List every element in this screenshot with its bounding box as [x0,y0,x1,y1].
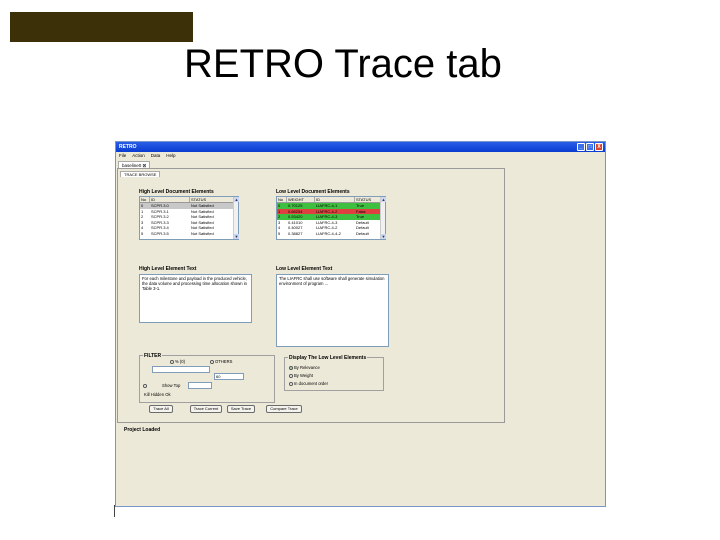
high-level-scrollbar[interactable]: ▲ ▼ [233,197,239,239]
trace-current-button[interactable]: Trace Current [190,405,222,413]
filter-title: FILTER [143,353,163,359]
scroll-down-icon[interactable]: ▼ [234,234,239,239]
radio-icon [289,381,293,386]
display-document-order[interactable]: In document order [289,381,328,386]
scroll-up-icon[interactable]: ▲ [381,197,386,202]
menubar: File Action Data Help [116,152,605,159]
radio-selected-icon [289,365,293,370]
compare-trace-button[interactable]: Compare Trace [266,405,302,413]
kill-hidden-label[interactable]: Kill Hidden Ok [144,392,171,397]
tab-baseline[interactable]: baseline0 ⊠ [118,161,151,168]
radio-icon [143,383,147,388]
cell-weight: 0.38827 [288,230,303,236]
scroll-up-icon[interactable]: ▲ [234,197,239,202]
menu-action[interactable]: Action [132,152,145,159]
cell-status: Default [356,230,369,236]
slide: RETRO Trace tab RETRO _ □ X File Action … [0,0,720,540]
filter-group: FILTER % (0) OTHERS 60 Show Top Kill Hid… [139,353,275,403]
low-level-text-area[interactable]: The LIAFRC shall use software shall gene… [276,274,389,347]
show-top-option[interactable] [143,383,148,388]
save-trace-button[interactable]: Save Trace [227,405,255,413]
kill-hidden-text: Kill Hidden [144,392,165,397]
window-titlebar[interactable]: RETRO _ □ X [116,142,605,152]
menu-data[interactable]: Data [151,152,161,159]
filter-value-field[interactable]: 60 [214,373,244,380]
filter-others-label: OTHERS [215,359,233,364]
menu-help[interactable]: Help [166,152,175,159]
minimize-button[interactable]: _ [577,143,585,151]
high-level-table: No ID STATUS 0 SCPR.3.0 Not Satisfied 1 SCPR… [139,196,239,240]
table-row[interactable]: 5 0.38827 LIAFRC-4-4-2 Default [277,231,385,237]
col-id[interactable]: ID [150,197,190,202]
status-text: Project Loaded [124,427,161,433]
display-option-label: In document order [294,381,328,386]
display-group: Display The Low Level Elements By Releva… [284,355,384,391]
cell-id: SCPR.3.5 [151,230,169,236]
retro-window: RETRO _ □ X File Action Data Help baseli… [115,141,606,507]
maximize-button[interactable]: □ [586,143,594,151]
tab-trace-browse[interactable]: TRACE BROWSE [120,171,161,177]
slide-title: RETRO Trace tab [184,42,502,86]
accent-bar [10,12,193,42]
high-text-title: High Level Element Text [139,266,197,272]
low-level-table: No WEIGHT ID STATUS 0 0.70125 LIAFRC-4-1 Tr… [276,196,386,240]
display-option-label: By Weight [294,373,314,378]
filter-others-option[interactable]: OTHERS [210,359,232,364]
kill-hidden-value: Ok [165,392,171,397]
cell-status: Not Satisfied [191,230,214,236]
col-no[interactable]: No [277,197,287,202]
cell-id: LIAFRC-4-4-2 [316,230,341,236]
display-title: Display The Low Level Elements [288,355,368,361]
cell-no: 5 [278,230,281,236]
filter-percent-label: % (0) [175,359,186,364]
low-text-title: Low Level Element Text [276,266,333,272]
col-status[interactable]: STATUS [355,197,381,202]
menu-file[interactable]: File [119,152,126,159]
radio-icon [170,359,174,364]
display-option-label: By Relevance [294,365,320,370]
col-no[interactable]: No [140,197,150,202]
window-title: RETRO [119,144,137,150]
col-status[interactable]: STATUS [190,197,234,202]
low-level-title: Low Level Document Elements [276,189,350,195]
show-top-label: Show Top [162,383,181,388]
show-top-field[interactable] [188,382,212,389]
trace-all-button[interactable]: Trace All [149,405,173,413]
trace-panel: TRACE BROWSE High Level Document Element… [117,168,505,423]
col-weight[interactable]: WEIGHT [287,197,315,202]
close-button[interactable]: X [595,143,603,151]
radio-icon [210,359,214,364]
filter-threshold-field[interactable] [152,366,210,373]
col-id[interactable]: ID [315,197,355,202]
table-row[interactable]: 5 SCPR.3.5 Not Satisfied [140,231,238,237]
display-by-relevance[interactable]: By Relevance [289,365,320,370]
filter-percent-option[interactable]: % (0) [170,359,185,364]
cell-no: 5 [141,230,144,236]
high-level-title: High Level Document Elements [139,189,214,195]
radio-icon [289,373,293,378]
high-level-text-area[interactable]: For each milestone and payload in the pr… [139,274,252,323]
low-level-scrollbar[interactable]: ▲ ▼ [380,197,386,239]
scroll-down-icon[interactable]: ▼ [381,234,386,239]
display-by-weight[interactable]: By Weight [289,373,313,378]
